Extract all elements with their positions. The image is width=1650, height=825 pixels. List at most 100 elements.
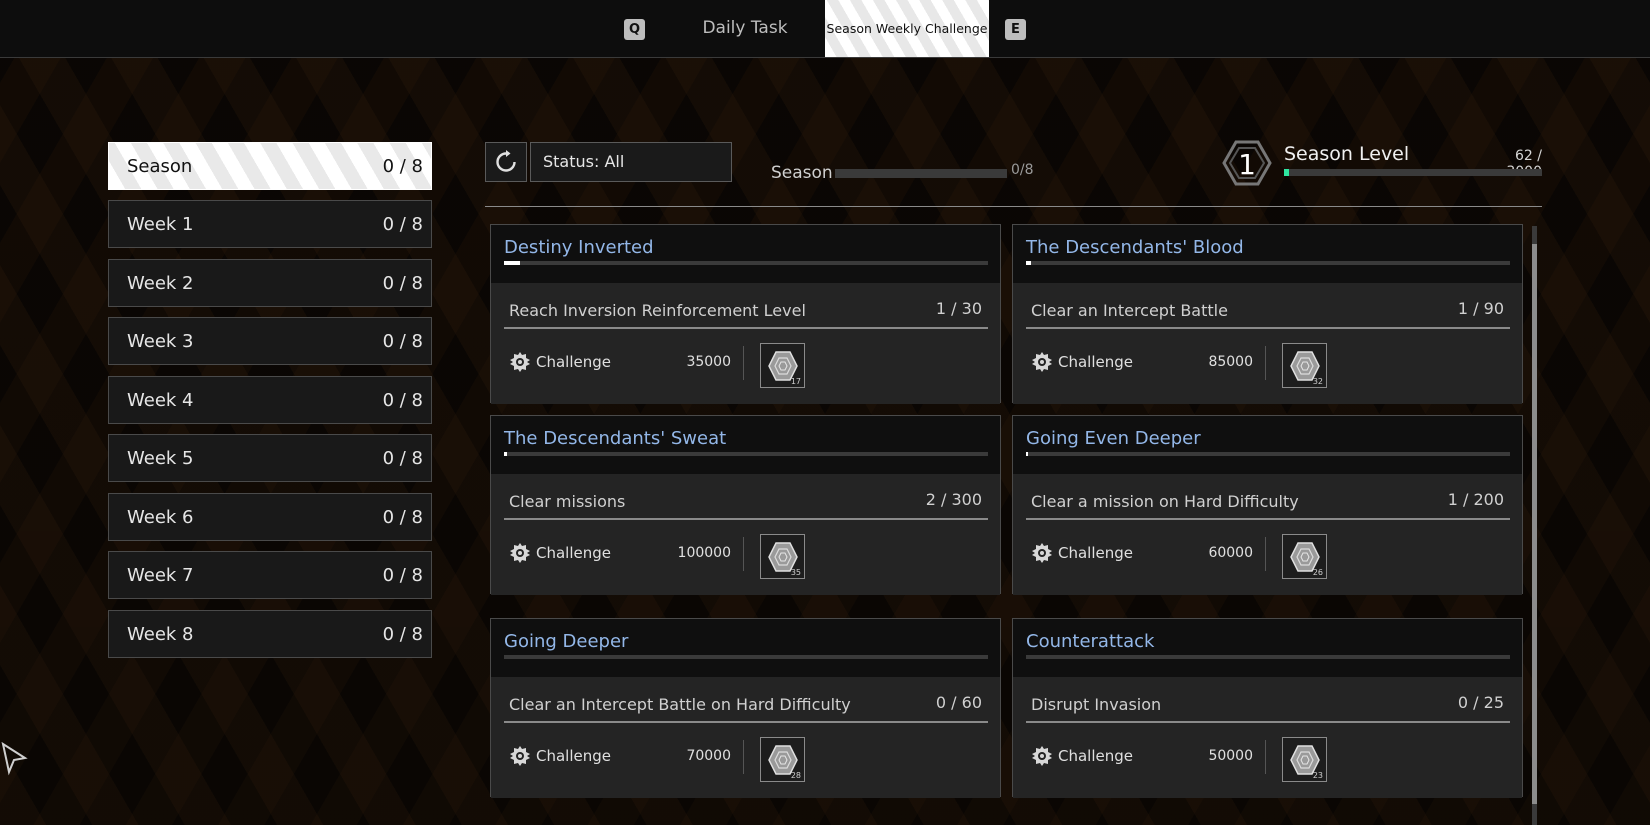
prev-tab-key[interactable]: Q (624, 19, 645, 40)
scrollbar-thumb[interactable] (1532, 244, 1537, 804)
refresh-button[interactable] (485, 142, 527, 182)
sidebar-item-count: 0 / 8 (382, 564, 423, 586)
top-tab-bar: Q Daily Task Season Weekly Challenge E (0, 0, 1650, 58)
season-progress-count: 0/8 (1011, 162, 1034, 178)
objective-divider (1026, 518, 1510, 520)
challenge-card-descendants-sweat[interactable]: The Descendants' Sweat Clear missions 2 / … (490, 415, 1001, 595)
reward-amount: 50000 (1208, 748, 1253, 764)
sidebar-item-label: Week 6 (127, 506, 194, 528)
challenge-card-destiny-inverted[interactable]: Destiny Inverted Reach Inversion Reinforc… (490, 224, 1001, 404)
next-tab-key[interactable]: E (1005, 19, 1026, 40)
sidebar-item-count: 0 / 8 (382, 389, 423, 411)
sidebar-item-week-7[interactable]: Week 7 0 / 8 (108, 551, 432, 599)
challenge-card-counterattack[interactable]: Counterattack Disrupt Invasion 0 / 25 Chall… (1012, 618, 1523, 798)
objective-divider (504, 327, 988, 329)
sidebar-item-season[interactable]: Season 0 / 8 (108, 142, 432, 190)
sidebar-item-label: Week 5 (127, 447, 194, 469)
sidebar-item-week-6[interactable]: Week 6 0 / 8 (108, 493, 432, 541)
sidebar-item-week-1[interactable]: Week 1 0 / 8 (108, 200, 432, 248)
objective-count: 1 / 30 (935, 299, 982, 318)
objective-count: 1 / 90 (1457, 299, 1504, 318)
challenge-progress-fill (504, 261, 520, 265)
reward-item[interactable]: 28 (760, 737, 805, 782)
sidebar-item-label: Week 4 (127, 389, 194, 411)
sidebar-item-label: Week 8 (127, 623, 194, 645)
objective-count: 0 / 25 (1457, 693, 1504, 712)
header-divider (485, 206, 1542, 207)
challenge-progress-fill (1026, 452, 1029, 456)
reward-amount: 70000 (686, 748, 731, 764)
reward-item-quantity: 17 (790, 377, 801, 386)
reward-label: Challenge (536, 544, 611, 562)
sidebar-item-week-4[interactable]: Week 4 0 / 8 (108, 376, 432, 424)
sidebar-item-count: 0 / 8 (382, 330, 423, 352)
challenge-card-going-deeper[interactable]: Going Deeper Clear an Intercept Battle on… (490, 618, 1001, 798)
sidebar-item-count: 0 / 8 (382, 623, 423, 645)
season-progress-bar (835, 169, 1007, 178)
challenge-progress-bar (504, 655, 988, 659)
reward-label: Challenge (536, 747, 611, 765)
sidebar-item-label: Season (127, 155, 193, 177)
sidebar-item-count: 0 / 8 (382, 155, 423, 177)
objective-count: 1 / 200 (1447, 490, 1504, 509)
objective-text: Disrupt Invasion (1031, 695, 1162, 714)
reward-item-quantity: 23 (1312, 771, 1323, 780)
challenge-card-going-even-deeper[interactable]: Going Even Deeper Clear a mission on Hard… (1012, 415, 1523, 595)
tab-daily-task[interactable]: Daily Task (690, 0, 800, 57)
reward-item[interactable]: 23 (1282, 737, 1327, 782)
objective-divider (1026, 721, 1510, 723)
season-level-bar (1284, 169, 1542, 176)
reward-item-quantity: 35 (790, 568, 801, 577)
reward-label: Challenge (536, 353, 611, 371)
reward-item-quantity: 28 (790, 771, 801, 780)
sidebar-item-week-3[interactable]: Week 3 0 / 8 (108, 317, 432, 365)
gear-icon (510, 746, 530, 766)
gear-icon (510, 543, 530, 563)
objective-count: 0 / 60 (935, 693, 982, 712)
challenge-progress-bar (504, 452, 988, 456)
tab-season-weekly-challenge[interactable]: Season Weekly Challenge (825, 0, 989, 57)
gear-icon (1032, 543, 1052, 563)
reward-item[interactable]: 35 (760, 534, 805, 579)
reward-item[interactable]: 17 (760, 343, 805, 388)
challenge-progress-bar (1026, 452, 1510, 456)
reward-item-quantity: 26 (1312, 568, 1323, 577)
reward-separator (743, 537, 744, 571)
reward-separator (743, 740, 744, 774)
challenge-card-descendants-blood[interactable]: The Descendants' Blood Clear an Intercept… (1012, 224, 1523, 404)
reward-item[interactable]: 32 (1282, 343, 1327, 388)
challenge-progress-bar (1026, 261, 1510, 265)
challenge-title: Counterattack (1026, 631, 1155, 652)
gear-icon (1032, 746, 1052, 766)
sidebar-item-week-2[interactable]: Week 2 0 / 8 (108, 259, 432, 307)
sidebar-item-week-5[interactable]: Week 5 0 / 8 (108, 434, 432, 482)
challenge-title: Going Deeper (504, 631, 629, 652)
reward-separator (1265, 740, 1266, 774)
objective-text: Clear an Intercept Battle on Hard Diffic… (509, 695, 851, 714)
refresh-icon (496, 150, 516, 172)
reward-separator (743, 346, 744, 380)
objective-text: Clear an Intercept Battle (1031, 301, 1228, 320)
objective-divider (504, 721, 988, 723)
sidebar-item-count: 0 / 8 (382, 272, 423, 294)
challenge-title: Going Even Deeper (1026, 428, 1201, 449)
reward-item[interactable]: 26 (1282, 534, 1327, 579)
sidebar-item-count: 0 / 8 (382, 506, 423, 528)
season-level-title: Season Level (1284, 143, 1410, 165)
gear-icon (1032, 352, 1052, 372)
reward-separator (1265, 346, 1266, 380)
sidebar-item-week-8[interactable]: Week 8 0 / 8 (108, 610, 432, 658)
season-level-number: 1 (1238, 148, 1256, 181)
challenge-progress-bar (1026, 655, 1510, 659)
challenge-title: The Descendants' Sweat (504, 428, 727, 449)
objective-text: Clear a mission on Hard Difficulty (1031, 492, 1299, 511)
status-filter-dropdown[interactable]: Status: All (530, 142, 732, 182)
objective-divider (504, 518, 988, 520)
reward-amount: 85000 (1208, 354, 1253, 370)
season-progress-label: Season (771, 163, 833, 183)
sidebar-item-label: Week 7 (127, 564, 194, 586)
challenge-progress-fill (1026, 261, 1032, 265)
reward-item-quantity: 32 (1312, 377, 1323, 386)
challenge-title: The Descendants' Blood (1026, 237, 1244, 258)
reward-label: Challenge (1058, 747, 1133, 765)
